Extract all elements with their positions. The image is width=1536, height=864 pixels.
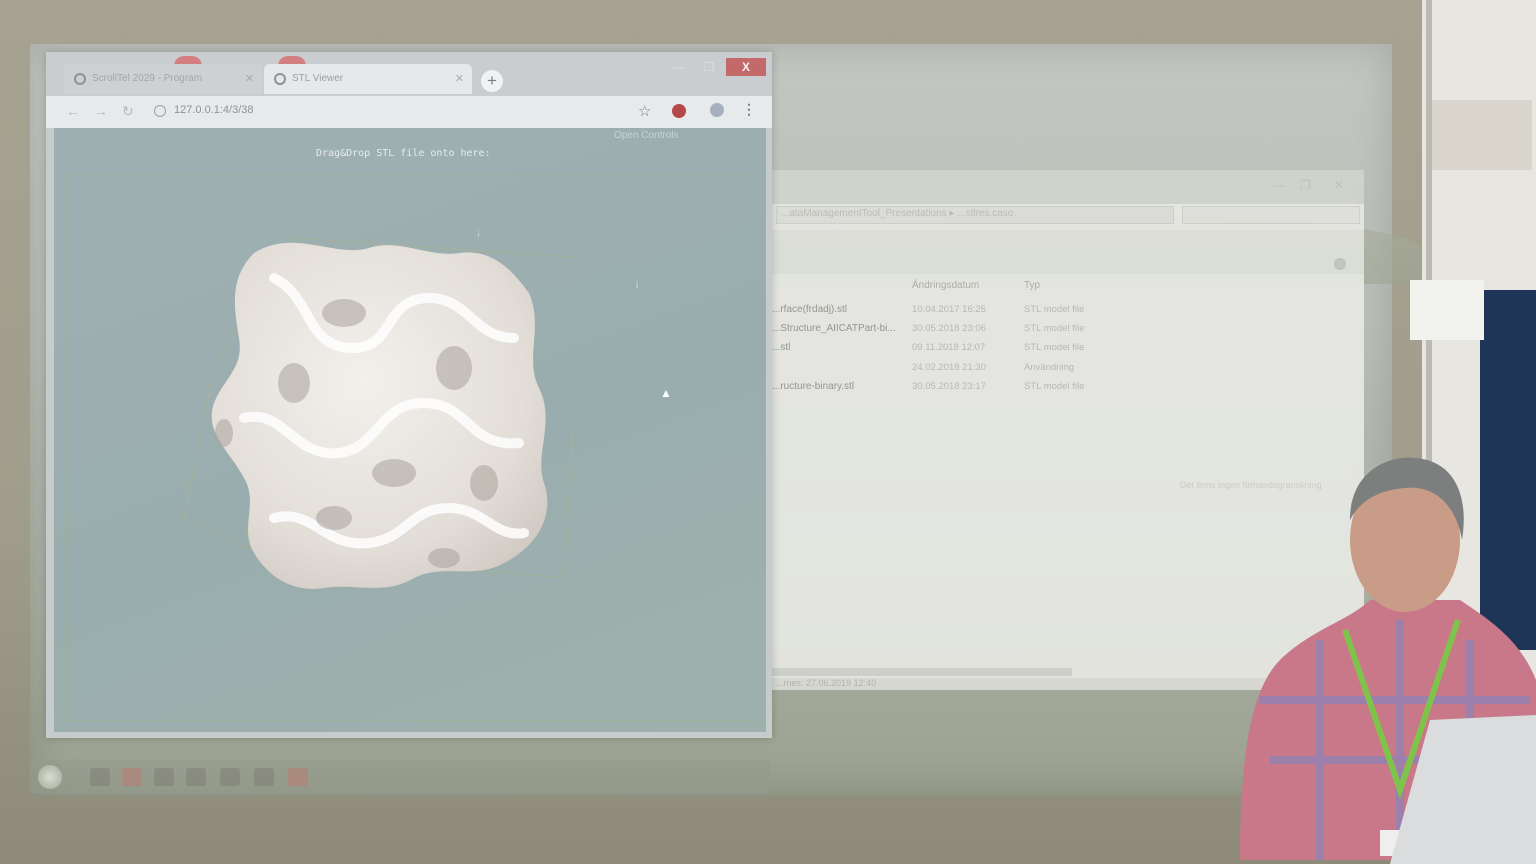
tab-label: STL Viewer — [292, 73, 344, 84]
file-date: 10.04.2017 16:25 — [912, 304, 986, 315]
taskbar-app-icon[interactable] — [122, 768, 142, 786]
file-date: 30.05.2018 23:06 — [912, 323, 986, 334]
column-header-date[interactable]: Ändringsdatum — [912, 280, 979, 291]
close-icon[interactable]: ✕ — [455, 72, 464, 85]
shelf-books — [1432, 100, 1532, 170]
extension-icon[interactable] — [672, 104, 686, 118]
file-date: 30.05.2018 23:17 — [912, 381, 986, 392]
stl-viewer-canvas[interactable]: Open Controls Drag&Drop STL file onto he… — [54, 128, 766, 732]
horizontal-scrollbar[interactable] — [772, 668, 1072, 676]
forward-icon[interactable]: → — [94, 103, 108, 119]
drop-hint: Drag&Drop STL file onto here: — [316, 148, 491, 159]
taskbar-app-icon[interactable] — [220, 768, 240, 786]
explorer-address-text: ...ataManagementTool_Presentations ▸ ...… — [781, 208, 1014, 219]
banner — [1480, 290, 1536, 650]
back-icon[interactable]: ← — [66, 103, 80, 119]
tab-strip: ScrollTel 2029 - Program ✕ STL Viewer ✕ … — [46, 52, 772, 96]
explorer-address-bar[interactable]: ...ataManagementTool_Presentations ▸ ...… — [776, 206, 1174, 224]
tab-program[interactable]: ScrollTel 2029 - Program ✕ — [64, 64, 262, 94]
pole — [1426, 0, 1432, 480]
globe-icon — [274, 73, 286, 85]
tab-label: ScrollTel 2029 - Program — [92, 73, 203, 84]
mouse-cursor-icon: ▲ — [660, 386, 672, 400]
gyroid-3d-model[interactable] — [184, 218, 574, 638]
file-type: STL model file — [1024, 304, 1085, 315]
file-date: 24.02.2018 21:30 — [912, 362, 986, 373]
menu-icon[interactable]: ⋮ — [742, 101, 756, 118]
profile-icon[interactable] — [710, 103, 724, 117]
taskbar-app-icon[interactable] — [186, 768, 206, 786]
file-name: ...ructure-binary.stl — [772, 381, 855, 392]
close-button[interactable]: X — [726, 58, 766, 76]
room-scene — [1240, 0, 1536, 864]
taskbar — [30, 760, 770, 794]
new-tab-button[interactable]: + — [481, 70, 503, 92]
explorer-status-text: ...rnes: 27.06.2019 12:40 — [776, 678, 877, 688]
taskbar-app-icon[interactable] — [90, 768, 110, 786]
banner-logo-panel — [1410, 280, 1484, 340]
taskbar-app-icon[interactable] — [254, 768, 274, 786]
reload-icon[interactable]: ↻ — [122, 103, 134, 120]
taskbar-app-icon[interactable] — [154, 768, 174, 786]
open-controls-link[interactable]: Open Controls — [614, 130, 678, 141]
globe-icon — [74, 73, 86, 85]
file-name: ...stl — [772, 342, 791, 353]
column-header-type[interactable]: Typ — [1024, 280, 1040, 291]
file-type: Användning — [1024, 362, 1075, 373]
start-button[interactable] — [38, 765, 62, 789]
star-icon[interactable]: ☆ — [638, 102, 651, 120]
tab-stl-viewer[interactable]: STL Viewer ✕ — [264, 64, 472, 94]
info-icon[interactable] — [154, 105, 166, 117]
close-icon[interactable]: ✕ — [245, 72, 254, 85]
file-name: ...rface(frdadj).stl — [772, 304, 848, 315]
file-date: 09.11.2018 12:07 — [912, 342, 986, 353]
minimize-button[interactable]: — — [668, 58, 690, 76]
file-type: STL model file — [1024, 323, 1085, 334]
file-type: STL model file — [1024, 342, 1085, 353]
browser-window: ScrollTel 2029 - Program ✕ STL Viewer ✕ … — [46, 52, 772, 738]
taskbar-app-icon[interactable] — [288, 768, 308, 786]
url-input[interactable]: 127.0.0.1:4/3/38 — [174, 104, 254, 116]
axis-label: i — [636, 280, 639, 291]
maximize-button[interactable]: ❐ — [698, 58, 720, 76]
file-name: ...Structure_AIICATPart-bi... — [772, 323, 896, 334]
address-bar-row: ← → ↻ 127.0.0.1:4/3/38 ☆ ⋮ — [46, 96, 772, 128]
file-type: STL model file — [1024, 381, 1085, 392]
